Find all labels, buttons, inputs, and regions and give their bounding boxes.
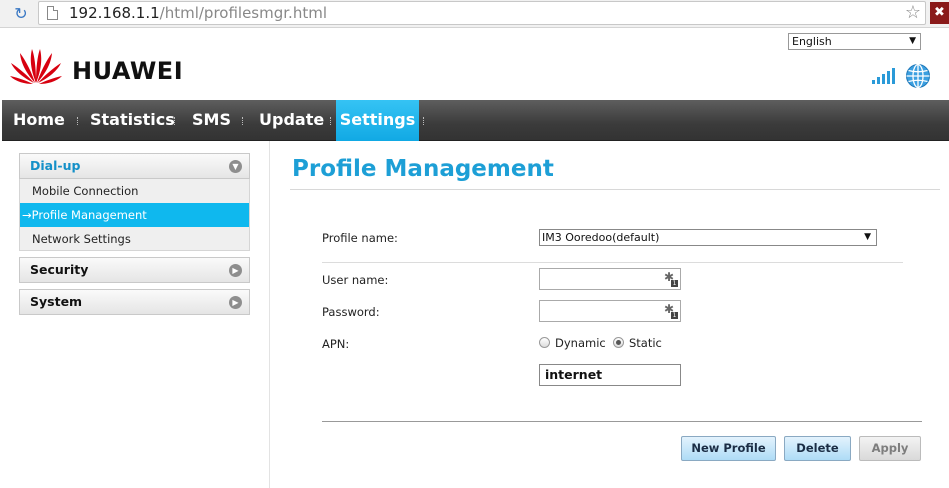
signal-strength-icon	[872, 68, 895, 84]
sidebar-item-network-settings[interactable]: Network Settings	[19, 227, 250, 251]
sidebar-item-profile-management[interactable]: →Profile Management	[19, 203, 250, 227]
nav-separator	[174, 117, 175, 125]
apn-label: APN:	[322, 337, 350, 351]
apn-input[interactable]: internet	[539, 364, 681, 386]
settings-sidebar: Dial-up ▼ Mobile Connection →Profile Man…	[19, 153, 250, 315]
password-input[interactable]: ✱ 1	[539, 300, 681, 322]
sidebar-item-mobile-connection[interactable]: Mobile Connection	[19, 179, 250, 203]
title-divider	[290, 189, 940, 190]
reload-icon[interactable]: ↻	[12, 5, 30, 23]
password-label: Password:	[322, 305, 380, 319]
sidebar-section-security[interactable]: Security ▶	[19, 257, 250, 283]
apn-dynamic-label[interactable]: Dynamic	[555, 336, 606, 350]
dropdown-arrow-icon: ▼	[864, 232, 871, 242]
language-select[interactable]: English ▼	[788, 33, 921, 50]
page-title: Profile Management	[292, 156, 554, 182]
browser-toolbar: ↻ 192.168.1.1/html/profilesmgr.html ☆ ✖	[0, 0, 949, 28]
collapse-arrow-icon: ▼	[229, 160, 242, 173]
form-bottom-divider	[322, 421, 922, 422]
bookmark-star-icon[interactable]: ☆	[905, 2, 921, 24]
apply-button[interactable]: Apply	[859, 436, 921, 461]
address-bar[interactable]: 192.168.1.1/html/profilesmgr.html ☆	[38, 1, 926, 25]
autofill-key-icon[interactable]: ✱ 1	[664, 271, 678, 287]
profile-name-select[interactable]: IM3 Ooredoo(default) ▼	[539, 229, 877, 246]
page-icon	[47, 6, 58, 20]
site-header: HUAWEI English ▼	[0, 28, 949, 100]
nav-sms[interactable]: SMS	[184, 100, 239, 141]
nav-separator	[330, 117, 331, 125]
apn-dynamic-radio[interactable]	[539, 337, 550, 348]
profile-name-label: Profile name:	[322, 231, 398, 245]
sidebar-section-system[interactable]: System ▶	[19, 289, 250, 315]
form-divider	[322, 262, 903, 263]
language-selected: English	[792, 35, 832, 48]
sidebar-section-label: System	[30, 294, 83, 309]
extension-icon[interactable]: ✖	[930, 2, 949, 24]
nav-separator	[242, 117, 243, 125]
nav-update[interactable]: Update	[251, 100, 332, 141]
apn-static-radio[interactable]	[613, 337, 624, 348]
autofill-key-icon[interactable]: ✱ 1	[664, 303, 678, 319]
expand-arrow-icon: ▶	[229, 296, 242, 309]
internet-globe-icon	[906, 63, 930, 89]
new-profile-button[interactable]: New Profile	[681, 436, 776, 461]
dropdown-arrow-icon: ▼	[909, 36, 916, 46]
nav-settings[interactable]: Settings	[336, 100, 419, 141]
content-divider	[269, 141, 270, 488]
sidebar-section-label: Security	[30, 262, 89, 277]
url-text: 192.168.1.1/html/profilesmgr.html	[69, 4, 327, 22]
logo-text: HUAWEI	[72, 57, 184, 85]
sidebar-section-dialup[interactable]: Dial-up ▼	[19, 153, 250, 179]
profile-selected: IM3 Ooredoo(default)	[542, 231, 660, 244]
main-nav: Home Statistics SMS Update Settings	[2, 100, 949, 141]
nav-separator	[77, 117, 78, 125]
nav-statistics[interactable]: Statistics	[82, 100, 183, 141]
huawei-logo-icon	[10, 49, 62, 84]
sidebar-section-label: Dial-up	[30, 158, 81, 173]
expand-arrow-icon: ▶	[229, 264, 242, 277]
url-host: 192.168.1.1	[69, 4, 160, 22]
nav-separator	[423, 117, 424, 125]
apn-static-label[interactable]: Static	[629, 336, 662, 350]
nav-home[interactable]: Home	[5, 100, 73, 141]
user-name-input[interactable]: ✱ 1	[539, 268, 681, 290]
url-path: /html/profilesmgr.html	[159, 4, 327, 22]
user-name-label: User name:	[322, 273, 389, 287]
delete-button[interactable]: Delete	[784, 436, 851, 461]
